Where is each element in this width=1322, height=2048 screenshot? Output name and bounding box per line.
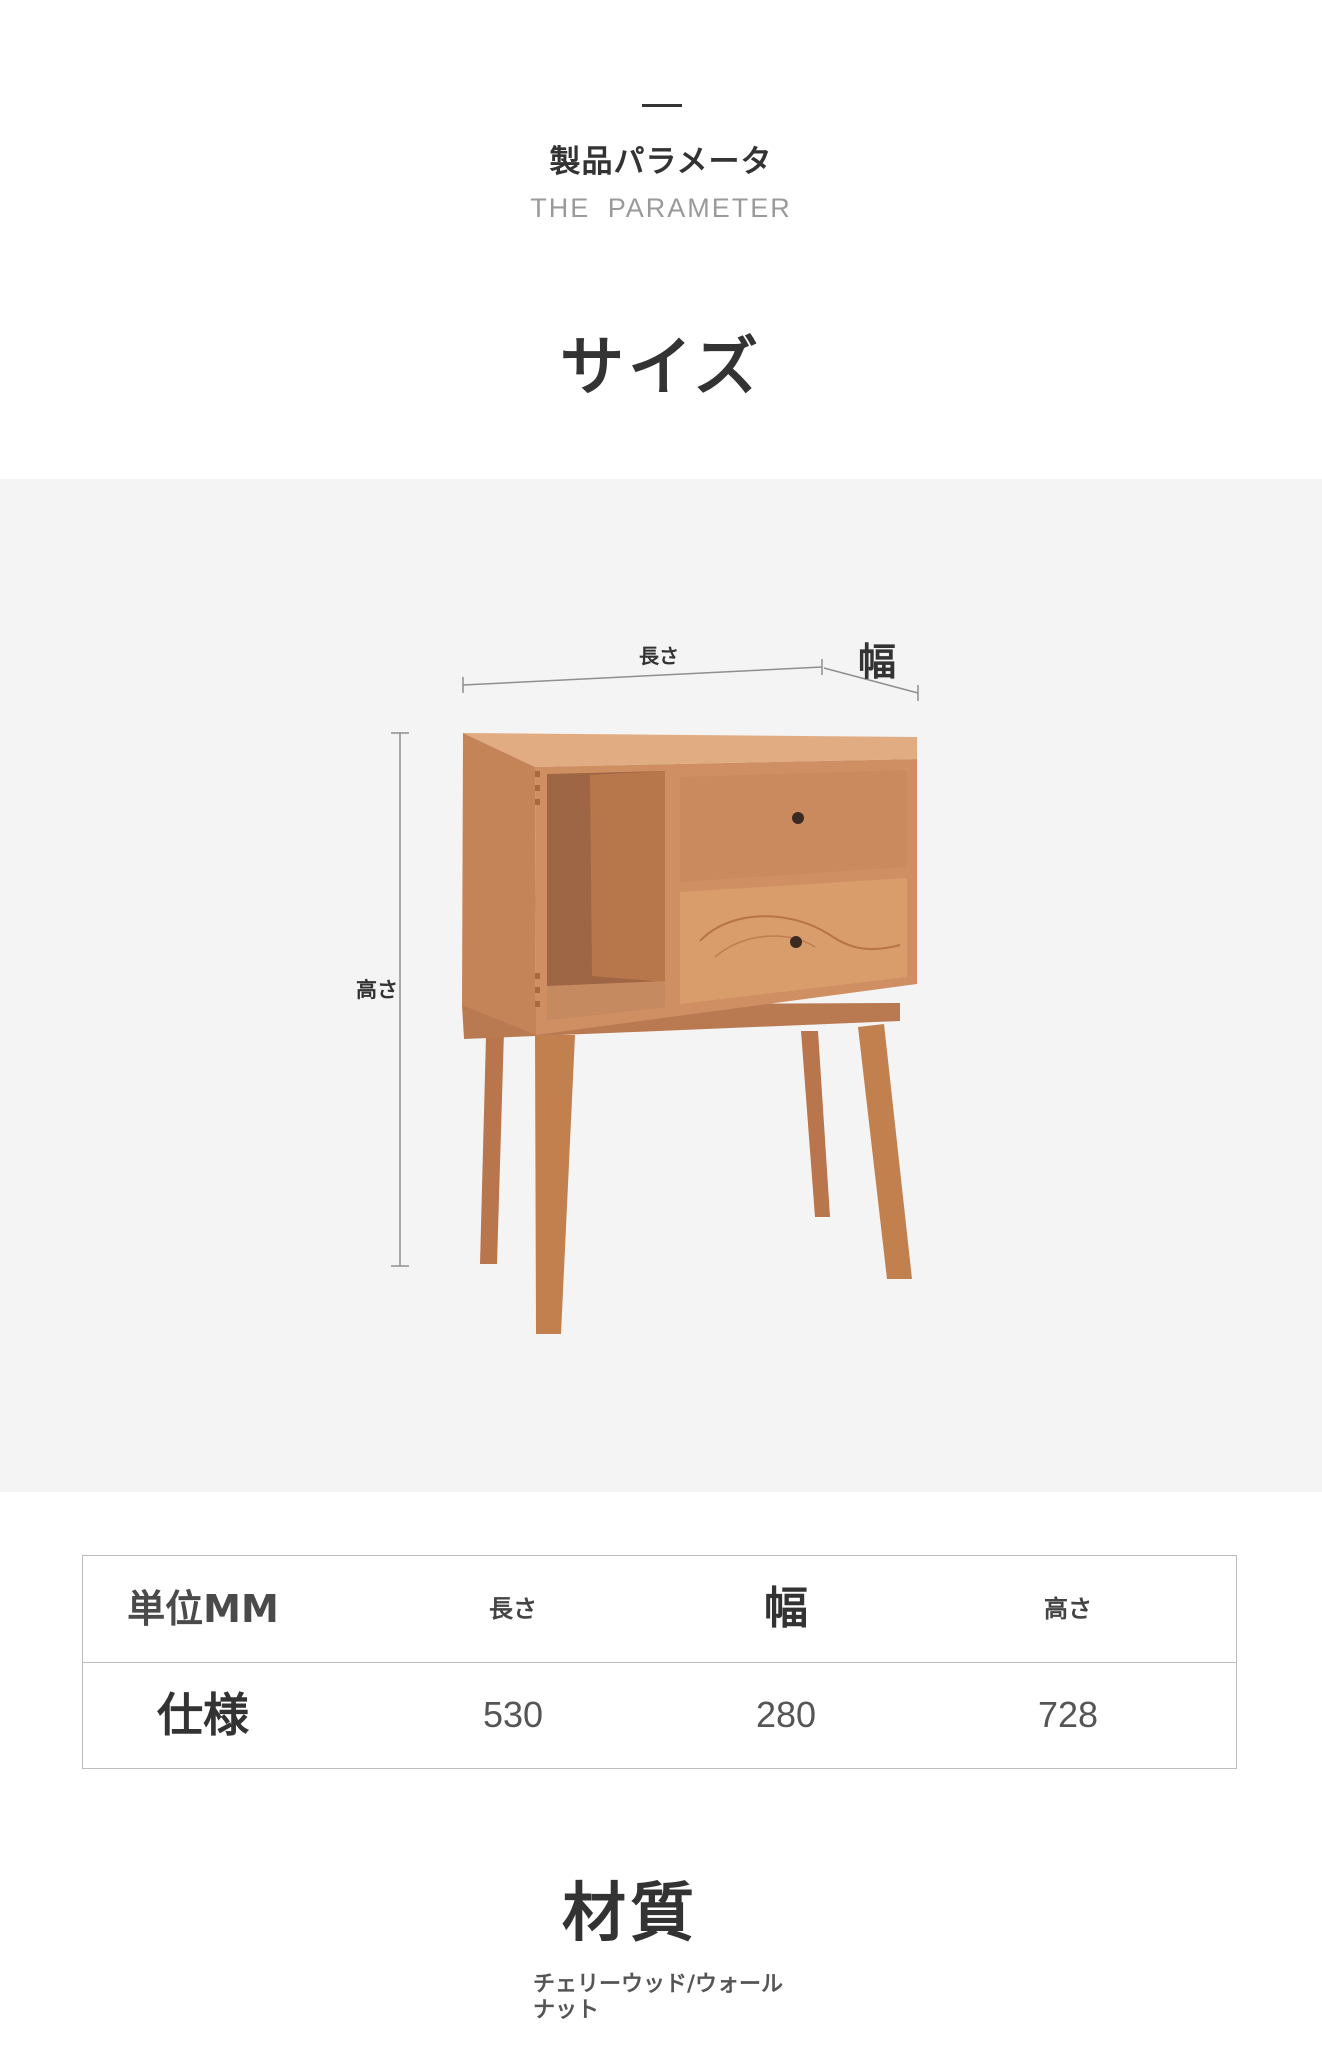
dimension-diagram: 長さ 幅 高さ [0, 479, 1322, 1492]
spec-table-header-row: 単位MM 長さ 幅 高さ [83, 1556, 1236, 1663]
header-rule [642, 104, 682, 107]
width-header-cell: 幅 [764, 1583, 808, 1634]
material-title: 材質 [562, 1877, 698, 1951]
compartment-back [590, 771, 665, 982]
unit-header-cell: 単位MM [127, 1587, 279, 1631]
spec-table: 単位MM 長さ 幅 高さ 仕様 530 280 728 [82, 1555, 1237, 1769]
spec-table-row: 仕様 530 280 728 [83, 1662, 1236, 1768]
height-label: 高さ [356, 978, 398, 1002]
width-label: 幅 [858, 640, 896, 684]
front-left-leg [535, 1035, 575, 1334]
bottom-drawer-knob [790, 936, 802, 948]
spec-row-label: 仕様 [157, 1688, 249, 1742]
length-label: 長さ [639, 644, 679, 668]
nightstand-illustration [462, 733, 917, 1334]
cabinet-left-side [462, 733, 536, 1035]
front-right-leg [858, 1024, 912, 1279]
length-value: 530 [482, 1694, 544, 1735]
section-subheading: THE PARAMETER [530, 193, 792, 223]
length-header-cell: 長さ [489, 1595, 537, 1623]
section-heading: 製品パラメータ [549, 144, 773, 180]
size-title: サイズ [559, 331, 763, 405]
height-value: 728 [1037, 1694, 1099, 1735]
top-drawer-knob [792, 812, 804, 824]
back-right-leg [801, 1031, 830, 1217]
top-drawer-front [680, 770, 907, 882]
width-value: 280 [755, 1694, 817, 1735]
material-description: チェリーウッド/ウォールナット [533, 1972, 784, 2023]
height-header-cell: 高さ [1044, 1595, 1092, 1623]
